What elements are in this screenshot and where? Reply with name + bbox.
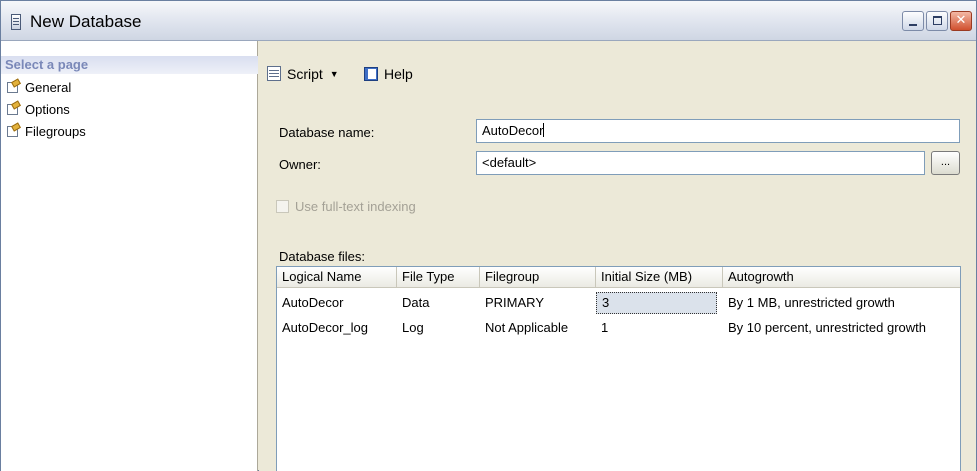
database-files-grid[interactable]: Logical Name File Type Filegroup Initial… <box>276 266 961 471</box>
text-cursor <box>543 123 545 137</box>
table-cell[interactable]: 3 <box>596 292 717 314</box>
window-controls: ✕ <box>902 11 972 31</box>
owner-input[interactable]: <default> <box>476 151 925 175</box>
page-selector-panel: Select a page General Options Filegroups <box>1 41 258 471</box>
close-button[interactable]: ✕ <box>950 11 972 31</box>
window-title: New Database <box>30 12 142 31</box>
table-cell[interactable]: AutoDecor <box>277 292 397 314</box>
fulltext-indexing-checkbox[interactable] <box>276 200 289 213</box>
page-settings-icon <box>5 100 21 116</box>
toolbar: Script ▼ Help <box>259 41 976 105</box>
page-settings-icon <box>5 78 21 94</box>
fulltext-indexing-option: Use full-text indexing <box>276 199 416 214</box>
table-cell[interactable]: Log <box>397 317 480 339</box>
column-header[interactable]: File Type <box>397 267 480 288</box>
database-icon <box>11 14 21 30</box>
page-settings-icon <box>5 122 21 138</box>
sidebar-item-label: General <box>25 79 72 95</box>
help-label: Help <box>384 66 413 82</box>
column-header[interactable]: Autogrowth <box>723 267 960 288</box>
table-cell[interactable]: AutoDecor_log <box>277 317 397 339</box>
table-cell[interactable]: By 1 MB, unrestricted growth <box>723 292 960 314</box>
table-cell[interactable]: 1 <box>596 317 717 339</box>
script-icon <box>265 65 283 83</box>
table-cell[interactable]: Not Applicable <box>480 317 596 339</box>
minimize-icon <box>909 24 917 26</box>
database-name-input[interactable]: AutoDecor <box>476 119 960 143</box>
sidebar-item-filegroups[interactable]: Filegroups <box>5 122 86 139</box>
help-icon <box>362 65 380 83</box>
table-cell[interactable]: By 10 percent, unrestricted growth <box>723 317 960 339</box>
sidebar-item-label: Filegroups <box>25 123 86 139</box>
sidebar-item-options[interactable]: Options <box>5 100 70 117</box>
maximize-button[interactable] <box>926 11 948 31</box>
general-page: Script ▼ Help Database name: AutoDecor O… <box>259 41 976 471</box>
owner-label: Owner: <box>279 157 321 172</box>
chevron-down-icon[interactable]: ▼ <box>330 69 339 79</box>
column-header[interactable]: Initial Size (MB) <box>596 267 723 288</box>
column-header[interactable]: Logical Name <box>277 267 397 288</box>
database-files-label: Database files: <box>279 249 365 264</box>
select-page-header: Select a page <box>1 56 258 74</box>
table-cell[interactable]: PRIMARY <box>480 292 596 314</box>
fulltext-indexing-label: Use full-text indexing <box>295 199 416 214</box>
help-button[interactable]: Help <box>362 63 413 85</box>
new-database-window: New Database ✕ Select a page General Opt… <box>0 0 977 471</box>
title-bar[interactable]: New Database ✕ <box>1 1 976 41</box>
owner-browse-button[interactable]: ... <box>931 151 960 175</box>
sidebar-item-label: Options <box>25 101 70 117</box>
column-header[interactable]: Filegroup <box>480 267 596 288</box>
script-button[interactable]: Script ▼ <box>265 63 339 85</box>
sidebar-item-general[interactable]: General <box>5 78 72 95</box>
maximize-icon <box>933 16 942 25</box>
script-label: Script <box>287 66 323 82</box>
database-name-value: AutoDecor <box>482 123 544 138</box>
database-name-label: Database name: <box>279 125 375 140</box>
table-cell[interactable]: Data <box>397 292 480 314</box>
minimize-button[interactable] <box>902 11 924 31</box>
close-icon: ✕ <box>955 12 967 27</box>
